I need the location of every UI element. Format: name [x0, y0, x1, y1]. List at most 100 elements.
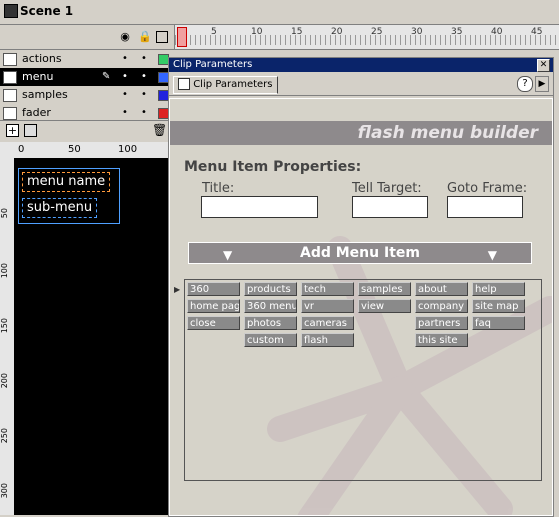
lock-dot-icon[interactable]: •: [141, 71, 147, 82]
insert-layer-icon[interactable]: +: [6, 124, 19, 137]
stage-ruler-horizontal: 0 50 100: [0, 142, 174, 159]
menu-grid-cell[interactable]: view: [358, 299, 411, 313]
menu-grid-cell[interactable]: site map: [472, 299, 525, 313]
menu-grid-cell[interactable]: faq: [472, 316, 525, 330]
ruler-tick: [315, 35, 316, 45]
trash-icon[interactable]: 🗑: [152, 123, 167, 137]
menu-grid-cell[interactable]: vr: [301, 299, 354, 313]
menu-grid-cell[interactable]: home page: [187, 299, 240, 313]
layer-name[interactable]: actions: [22, 52, 62, 65]
panel-tab-strip: Clip Parameters ? ▶: [169, 73, 553, 96]
ruler-tick: [200, 35, 201, 45]
sub-menu-item[interactable]: sub-menu: [22, 198, 98, 218]
ruler-tick: [275, 35, 276, 45]
ruler-number: 30: [411, 27, 423, 37]
ruler-tick: [205, 35, 206, 45]
help-icon[interactable]: ?: [517, 76, 533, 92]
ruler-tick: [225, 35, 226, 45]
ruler-tick: [510, 35, 511, 45]
title-label: Title:: [202, 181, 235, 196]
ruler-number: 25: [371, 27, 383, 37]
ruler-tick: [350, 35, 351, 45]
ruler-tick: [360, 35, 361, 45]
menu-grid-cell[interactable]: partners: [415, 316, 468, 330]
layer-row-samples[interactable]: samples • •: [0, 86, 174, 105]
ruler-tick: [220, 35, 221, 45]
ruler-number: 35: [451, 27, 463, 37]
menu-grid-cell[interactable]: 360: [187, 282, 240, 296]
ruler-number: 15: [291, 27, 303, 37]
ruler-tick: [325, 35, 326, 45]
lock-dot-icon[interactable]: •: [141, 107, 147, 118]
layer-name[interactable]: fader: [22, 106, 51, 119]
playhead[interactable]: [177, 27, 187, 47]
visibility-dot-icon[interactable]: •: [122, 107, 128, 118]
close-icon[interactable]: ✕: [537, 59, 550, 72]
menu-grid-cell[interactable]: photos: [244, 316, 297, 330]
lock-icon[interactable]: 🔒: [138, 31, 152, 43]
scene-title[interactable]: Scene 1: [20, 4, 73, 18]
menu-grid-cell[interactable]: cameras: [301, 316, 354, 330]
ruler-tick: [550, 35, 551, 45]
visibility-dot-icon[interactable]: •: [122, 89, 128, 100]
menu-grid-cell[interactable]: this site: [415, 333, 468, 347]
ruler-number: 5: [211, 27, 217, 37]
stage-ruler-vertical: 50 100 150 200 250 300: [0, 158, 15, 515]
stage[interactable]: menu name sub-menu: [14, 158, 174, 515]
lock-dot-icon[interactable]: •: [141, 53, 147, 64]
layer-icon: [3, 107, 17, 120]
menu-grid-cell[interactable]: samples: [358, 282, 411, 296]
tab-label: Clip Parameters: [193, 79, 273, 90]
goto-frame-field[interactable]: [447, 196, 523, 218]
ruler-tick: [195, 35, 196, 45]
tab-clip-parameters[interactable]: Clip Parameters: [173, 76, 278, 94]
ruler-number: 20: [331, 27, 343, 37]
menu-grid-cell[interactable]: about: [415, 282, 468, 296]
title-field[interactable]: [201, 196, 318, 218]
ruler-number: 150: [0, 318, 9, 334]
panel-menu-arrow-icon[interactable]: ▶: [535, 76, 549, 92]
ruler-number: 45: [531, 27, 543, 37]
ruler-tick: [400, 35, 401, 45]
ruler-number: 0: [18, 144, 25, 155]
panel-titlebar[interactable]: Clip Parameters ✕: [169, 58, 553, 72]
ruler-tick: [385, 35, 386, 45]
chevron-down-icon: ▼: [487, 248, 497, 262]
layer-name[interactable]: samples: [22, 88, 68, 101]
add-guide-layer-icon[interactable]: [24, 124, 37, 137]
add-menu-item-label: Add Menu Item: [300, 245, 420, 261]
lock-dot-icon[interactable]: •: [141, 89, 147, 100]
ruler-tick: [285, 35, 286, 45]
menu-grid-cell[interactable]: custom: [244, 333, 297, 347]
timeline-ruler[interactable]: 151015202530354045: [174, 25, 559, 49]
menu-name-item[interactable]: menu name: [22, 172, 111, 192]
visibility-dot-icon[interactable]: •: [122, 53, 128, 64]
add-menu-item-button[interactable]: ▼ Add Menu Item ▼: [188, 242, 532, 264]
ruler-tick: [230, 35, 231, 45]
brand-banner: flash menu builder: [170, 121, 552, 145]
menu-grid-cell[interactable]: close: [187, 316, 240, 330]
layer-name[interactable]: menu: [22, 70, 53, 83]
ruler-tick: [305, 35, 306, 45]
layer-row-menu[interactable]: menu ✎ • •: [0, 68, 174, 87]
scene-clapper-icon: [4, 4, 18, 18]
menu-grid-cell[interactable]: tech: [301, 282, 354, 296]
menu-grid-cell[interactable]: 360 menus: [244, 299, 297, 313]
menu-grid-cell[interactable]: products: [244, 282, 297, 296]
ruler-tick: [270, 35, 271, 45]
ruler-number: 50: [68, 144, 81, 155]
menu-grid-cell[interactable]: company: [415, 299, 468, 313]
layer-row-actions[interactable]: actions • •: [0, 50, 174, 69]
ruler-tick: [355, 35, 356, 45]
ruler-tick: [525, 35, 526, 45]
menu-grid-cell[interactable]: help: [472, 282, 525, 296]
ruler-number: 100: [118, 144, 138, 155]
visibility-dot-icon[interactable]: •: [122, 71, 128, 82]
row-pointer-icon: ▶: [174, 285, 181, 294]
eye-icon[interactable]: ◉: [119, 31, 131, 43]
ruler-tick: [555, 35, 556, 45]
layer-icon: [3, 71, 17, 84]
tell-target-field[interactable]: [352, 196, 428, 218]
outline-icon[interactable]: [156, 31, 168, 43]
menu-grid-cell[interactable]: flash: [301, 333, 354, 347]
